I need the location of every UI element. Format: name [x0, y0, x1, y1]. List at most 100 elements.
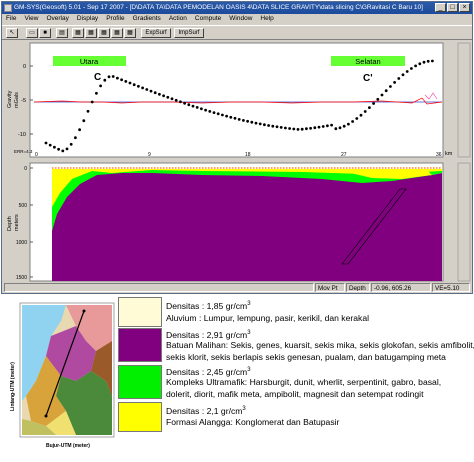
- menu-help[interactable]: Help: [260, 14, 273, 24]
- gravity-point[interactable]: [95, 91, 98, 95]
- gravity-point[interactable]: [393, 81, 396, 84]
- gravity-point[interactable]: [145, 88, 149, 91]
- gravity-point[interactable]: [384, 89, 388, 93]
- tool-button-5[interactable]: ▦: [124, 28, 136, 38]
- gravity-point[interactable]: [107, 75, 111, 79]
- gravity-point[interactable]: [170, 97, 174, 101]
- menu-action[interactable]: Action: [169, 14, 187, 24]
- gravity-point[interactable]: [103, 78, 107, 82]
- gravity-point[interactable]: [90, 100, 94, 104]
- gravity-point[interactable]: [78, 128, 81, 132]
- maximize-button[interactable]: □: [447, 3, 458, 12]
- menu-gradients[interactable]: Gradients: [133, 14, 161, 24]
- gravity-point[interactable]: [229, 115, 233, 119]
- gravity-point[interactable]: [221, 113, 224, 117]
- menu-view[interactable]: View: [24, 14, 38, 24]
- gravity-point[interactable]: [246, 119, 250, 123]
- close-button[interactable]: ×: [459, 3, 470, 12]
- gravity-point[interactable]: [351, 120, 354, 123]
- menu-window[interactable]: Window: [229, 14, 252, 24]
- gravity-point[interactable]: [61, 149, 65, 153]
- gravity-point[interactable]: [313, 126, 317, 130]
- tool-button-2[interactable]: ▦: [85, 28, 97, 38]
- gravity-point[interactable]: [153, 91, 157, 95]
- gravity-point[interactable]: [372, 102, 375, 105]
- metamorphic-body[interactable]: [52, 169, 442, 281]
- gravity-point[interactable]: [44, 141, 48, 145]
- print-button[interactable]: ▤: [56, 28, 68, 38]
- gravity-point[interactable]: [166, 95, 170, 99]
- menu-profile[interactable]: Profile: [106, 14, 124, 24]
- gravity-point[interactable]: [149, 89, 153, 93]
- gravity-point[interactable]: [422, 60, 426, 64]
- gravity-point[interactable]: [284, 126, 287, 130]
- gravity-point[interactable]: [128, 81, 132, 85]
- gravity-point[interactable]: [48, 143, 52, 147]
- gravity-point[interactable]: [389, 85, 392, 88]
- gravity-point[interactable]: [99, 84, 102, 88]
- gravity-point[interactable]: [208, 110, 212, 113]
- gravity-point[interactable]: [69, 142, 73, 146]
- gravity-point[interactable]: [376, 97, 380, 101]
- gravity-point[interactable]: [431, 59, 434, 63]
- gravity-point[interactable]: [237, 118, 241, 121]
- gravity-point[interactable]: [111, 75, 115, 78]
- gravity-point[interactable]: [124, 80, 128, 83]
- gravity-point[interactable]: [426, 59, 430, 63]
- gravity-point[interactable]: [397, 77, 401, 80]
- gravity-point[interactable]: [65, 147, 69, 151]
- gravity-point[interactable]: [212, 111, 216, 114]
- gravity-point[interactable]: [162, 94, 166, 98]
- gravity-point[interactable]: [414, 64, 417, 68]
- gravity-point[interactable]: [74, 136, 77, 140]
- gravity-point[interactable]: [338, 126, 342, 130]
- gravity-scrollbar[interactable]: [457, 42, 471, 158]
- gravity-point[interactable]: [368, 106, 371, 109]
- gravity-point[interactable]: [216, 112, 220, 116]
- gravity-point[interactable]: [292, 127, 296, 131]
- gravity-point[interactable]: [191, 104, 195, 108]
- gravity-point[interactable]: [254, 121, 258, 125]
- gravity-point[interactable]: [86, 109, 90, 113]
- gravity-point[interactable]: [321, 125, 325, 128]
- gravity-point[interactable]: [355, 117, 359, 120]
- tool-button-3[interactable]: ▦: [98, 28, 110, 38]
- menu-overlay[interactable]: Overlay: [46, 14, 68, 24]
- gravity-point[interactable]: [342, 124, 346, 128]
- gravity-point[interactable]: [132, 83, 136, 87]
- gravity-point[interactable]: [401, 73, 405, 77]
- gravity-point[interactable]: [363, 110, 367, 113]
- save-button[interactable]: ■: [39, 28, 51, 38]
- gravity-point[interactable]: [279, 126, 283, 129]
- gravity-point[interactable]: [275, 125, 279, 129]
- menu-display[interactable]: Display: [77, 14, 98, 24]
- gravity-point[interactable]: [225, 114, 229, 118]
- menu-compute[interactable]: Compute: [195, 14, 221, 24]
- gravity-point[interactable]: [242, 119, 245, 122]
- gravity-point[interactable]: [410, 67, 413, 70]
- gravity-point[interactable]: [174, 98, 178, 102]
- gravity-point[interactable]: [330, 123, 333, 127]
- gravity-point[interactable]: [258, 122, 262, 126]
- gravity-point[interactable]: [271, 124, 275, 128]
- gravity-point[interactable]: [326, 124, 329, 128]
- gravity-point[interactable]: [200, 107, 203, 111]
- expsurf-button[interactable]: ExpSurf: [141, 28, 171, 38]
- gravity-point[interactable]: [288, 127, 291, 130]
- gravity-point[interactable]: [187, 103, 191, 107]
- gravity-point[interactable]: [300, 127, 304, 131]
- tool-button-4[interactable]: ▦: [111, 28, 123, 38]
- gravity-point[interactable]: [347, 122, 350, 126]
- impsurf-button[interactable]: ImpSurf: [174, 28, 204, 38]
- gravity-point[interactable]: [296, 128, 300, 131]
- open-button[interactable]: ▭: [26, 28, 38, 38]
- minimize-button[interactable]: _: [435, 3, 446, 12]
- gravity-point[interactable]: [317, 125, 321, 129]
- gravity-point[interactable]: [267, 124, 270, 127]
- gravity-point[interactable]: [116, 76, 119, 80]
- menu-file[interactable]: File: [6, 14, 16, 24]
- gravity-point[interactable]: [141, 86, 145, 90]
- gravity-point[interactable]: [380, 93, 384, 97]
- gravity-point[interactable]: [195, 106, 199, 109]
- select-tool-button[interactable]: ↖: [6, 28, 18, 38]
